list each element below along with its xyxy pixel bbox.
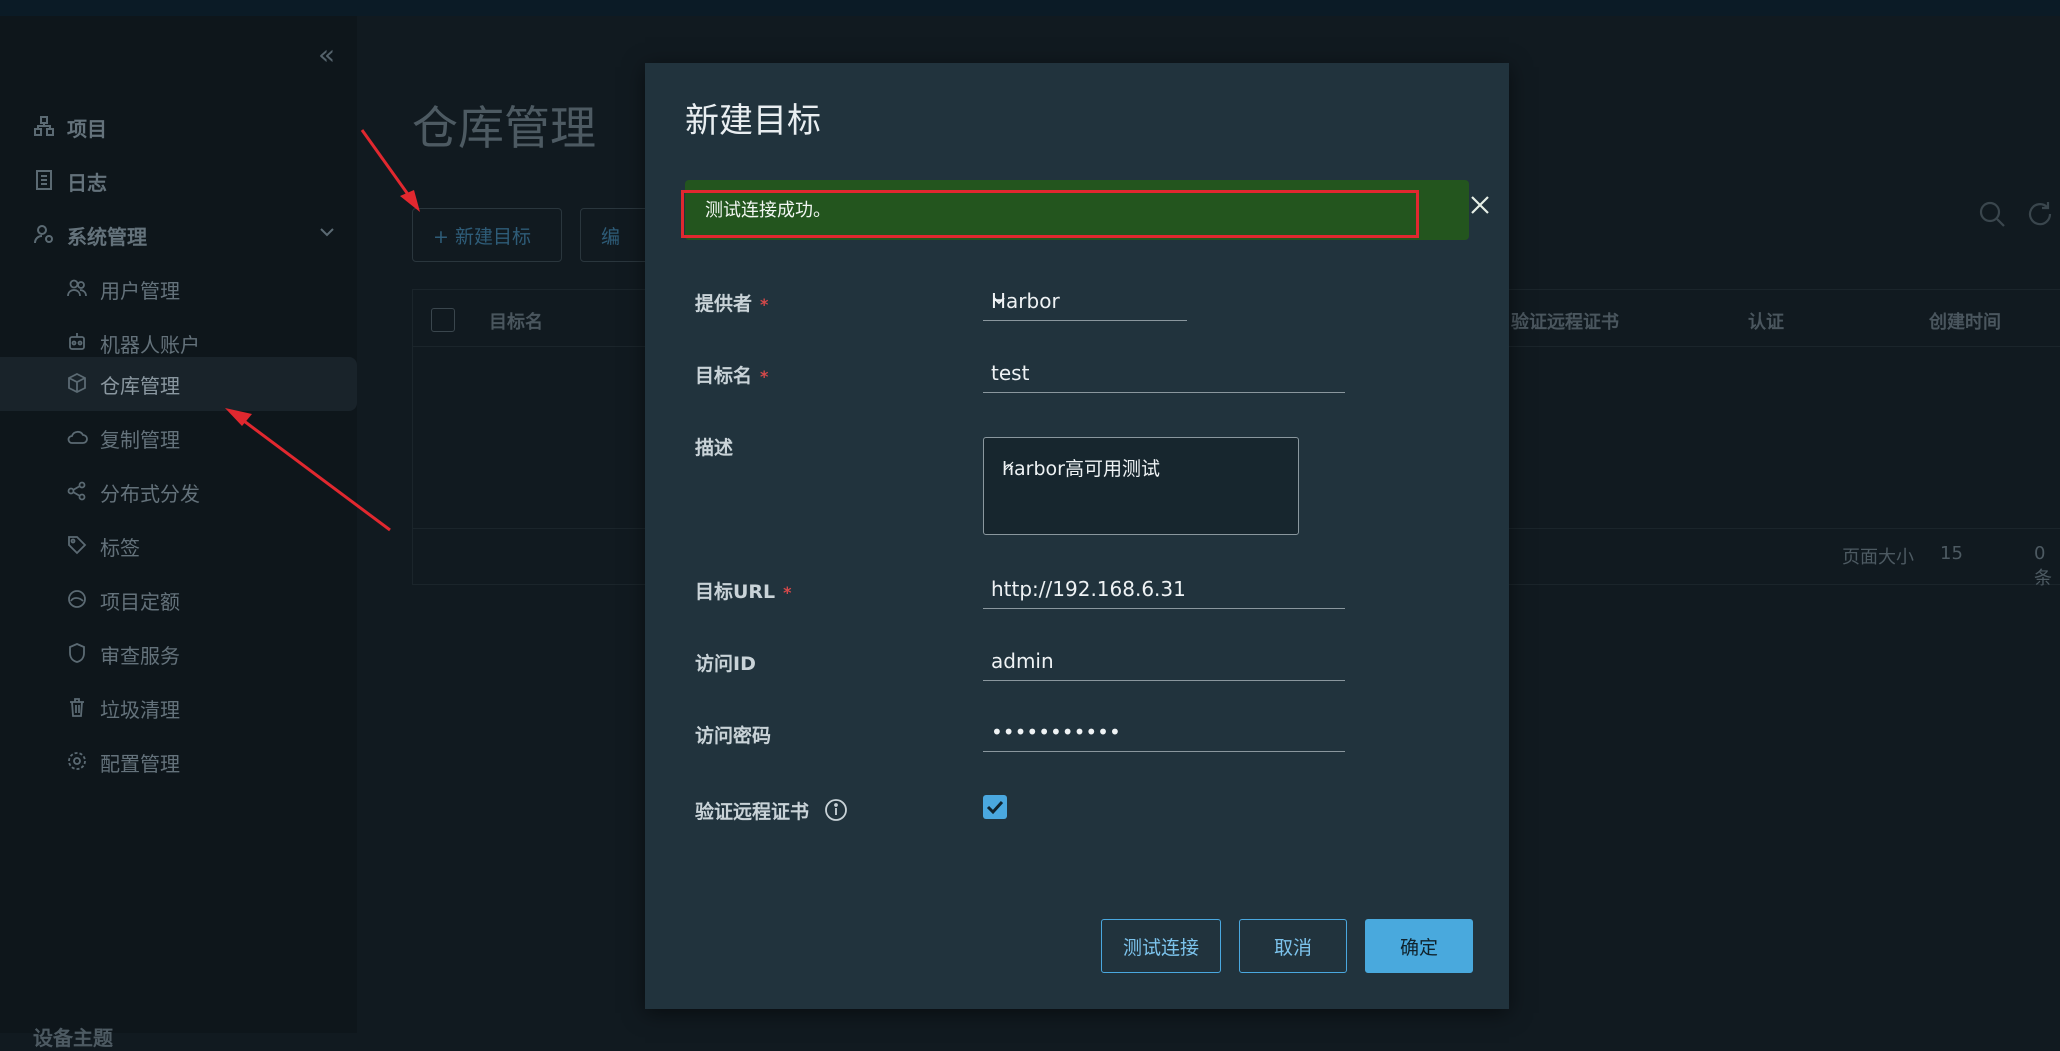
shield-icon bbox=[66, 642, 90, 666]
provider-label: 提供者 * bbox=[695, 293, 769, 315]
page-title: 仓库管理 bbox=[412, 101, 596, 155]
success-alert: 测试连接成功。 bbox=[681, 180, 1489, 240]
sidebar-item-label: 配置管理 bbox=[100, 751, 180, 776]
new-target-dialog: 新建目标 测试连接成功。 提供者 * Harbor 目标名 * test 描述 ha… bbox=[645, 63, 1509, 1009]
sidebar-item-label: 复制管理 bbox=[100, 427, 180, 452]
sidebar-item-interrogation[interactable]: 审查服务 bbox=[0, 627, 357, 681]
admin-icon bbox=[33, 223, 57, 247]
item-count: 0 条 bbox=[2034, 543, 2052, 589]
target-url-label: 目标URL * bbox=[695, 581, 792, 603]
description-label: 描述 bbox=[695, 437, 734, 459]
column-header[interactable]: 验证远程证书 bbox=[1511, 308, 1619, 334]
cloud-icon bbox=[66, 426, 90, 450]
gear-icon bbox=[66, 750, 90, 774]
logs-icon bbox=[33, 169, 57, 193]
page-size-select[interactable]: 15 bbox=[1940, 543, 1963, 564]
new-target-button[interactable]: + 新建目标 bbox=[412, 208, 562, 262]
column-header[interactable]: 创建时间 bbox=[1929, 308, 2001, 334]
sidebar-item-users[interactable]: 用户管理 bbox=[0, 262, 357, 316]
resize-handle-icon[interactable] bbox=[1002, 454, 1296, 532]
access-id-input[interactable]: admin bbox=[983, 643, 1345, 681]
sidebar-item-label: 系统管理 bbox=[67, 224, 147, 249]
check-icon bbox=[986, 800, 1004, 815]
verify-cert-checkbox[interactable] bbox=[983, 795, 1007, 819]
test-connection-button[interactable]: 测试连接 bbox=[1101, 919, 1221, 973]
sidebar-item-configuration[interactable]: 配置管理 bbox=[0, 735, 357, 789]
sidebar: « 项目 日志 系统管理 用户管理 机器人账户 仓库管理 复制管理 分布式分发 … bbox=[0, 16, 357, 1033]
provider-select[interactable]: Harbor bbox=[983, 283, 1187, 321]
users-icon bbox=[66, 277, 90, 301]
sidebar-item-quotas[interactable]: 项目定额 bbox=[0, 573, 357, 627]
password-input[interactable]: ••••••••••• bbox=[983, 714, 1345, 752]
projects-icon bbox=[33, 115, 57, 139]
refresh-icon[interactable] bbox=[2026, 200, 2054, 232]
sidebar-item-label: 项目定额 bbox=[100, 589, 180, 614]
cancel-button[interactable]: 取消 bbox=[1239, 919, 1347, 973]
sidebar-item-label: 仓库管理 bbox=[100, 373, 180, 398]
collapse-sidebar-icon[interactable]: « bbox=[318, 38, 335, 71]
edit-button[interactable]: 编 bbox=[580, 208, 650, 262]
share-icon bbox=[66, 480, 90, 504]
column-header[interactable]: 目标名 bbox=[489, 308, 543, 334]
verify-cert-label: 验证远程证书 bbox=[695, 797, 848, 827]
tag-icon bbox=[66, 534, 90, 558]
target-name-input[interactable]: test bbox=[983, 355, 1345, 393]
trash-icon bbox=[66, 696, 90, 720]
sidebar-item-label: 审查服务 bbox=[100, 643, 180, 668]
sidebar-item-gc[interactable]: 垃圾清理 bbox=[0, 681, 357, 735]
password-label: 访问密码 bbox=[695, 725, 772, 747]
sidebar-item-label: 标签 bbox=[100, 535, 140, 560]
sidebar-item-system-admin[interactable]: 系统管理 bbox=[0, 208, 357, 262]
sidebar-item-label: 日志 bbox=[67, 170, 107, 195]
sidebar-item-replications[interactable]: 复制管理 bbox=[0, 411, 357, 465]
gauge-icon bbox=[66, 588, 90, 612]
select-all-checkbox[interactable] bbox=[431, 308, 455, 332]
sidebar-item-projects[interactable]: 项目 bbox=[0, 100, 357, 154]
sidebar-item-label: 用户管理 bbox=[100, 278, 180, 303]
robot-icon bbox=[66, 331, 90, 355]
page-size-label: 页面大小 bbox=[1842, 547, 1914, 568]
chevron-down-icon bbox=[991, 289, 1177, 313]
sidebar-item-label: 机器人账户 bbox=[100, 332, 200, 357]
sidebar-item-label: 分布式分发 bbox=[100, 481, 200, 506]
cube-icon bbox=[66, 372, 90, 396]
sidebar-item-labels[interactable]: 标签 bbox=[0, 519, 357, 573]
top-bar bbox=[0, 0, 2060, 16]
info-icon[interactable] bbox=[824, 798, 848, 827]
column-header[interactable]: 认证 bbox=[1748, 308, 1784, 334]
sidebar-item-registries[interactable]: 仓库管理 bbox=[0, 357, 357, 411]
target-name-label: 目标名 * bbox=[695, 365, 769, 387]
close-icon[interactable] bbox=[1468, 193, 1498, 223]
access-id-label: 访问ID bbox=[695, 653, 756, 675]
sidebar-item-label: 项目 bbox=[67, 116, 107, 141]
chevron-down-icon[interactable] bbox=[317, 222, 337, 247]
sidebar-item-distributions[interactable]: 分布式分发 bbox=[0, 465, 357, 519]
alert-message: 测试连接成功。 bbox=[705, 200, 831, 221]
sidebar-item-theme[interactable]: 设备主题 bbox=[33, 1022, 113, 1051]
ok-button[interactable]: 确定 bbox=[1365, 919, 1473, 973]
dialog-title: 新建目标 bbox=[685, 101, 821, 141]
search-icon[interactable] bbox=[1978, 200, 2006, 232]
target-url-input[interactable]: http://192.168.6.31 bbox=[983, 571, 1345, 609]
description-textarea[interactable]: harbor高可用测试 bbox=[983, 437, 1299, 535]
sidebar-item-label: 垃圾清理 bbox=[100, 697, 180, 722]
sidebar-item-logs[interactable]: 日志 bbox=[0, 154, 357, 208]
